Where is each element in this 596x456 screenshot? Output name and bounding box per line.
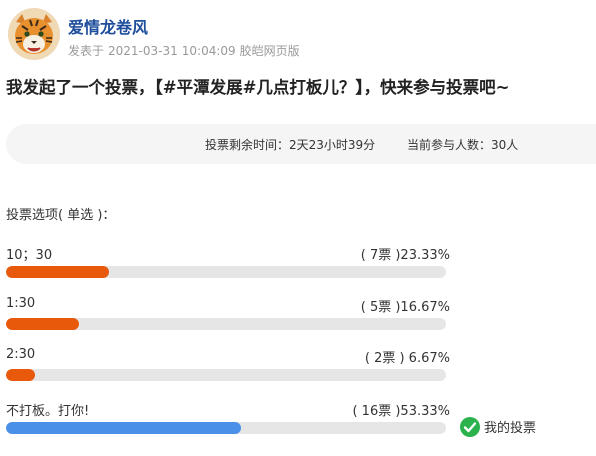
vote-progress-track bbox=[6, 369, 446, 381]
vote-option-stat: ( 7票 )23.33% bbox=[360, 248, 450, 263]
vote-option-label: 10；30 bbox=[6, 248, 53, 263]
vote-option-stat: ( 2票 ) 6.67% bbox=[364, 351, 450, 366]
vote-option-label: 1:30 bbox=[6, 296, 36, 311]
author-avatar[interactable] bbox=[8, 8, 60, 60]
posted-label: 发表于 bbox=[68, 44, 105, 58]
vote-progress-track bbox=[6, 422, 446, 434]
post-title: 我发起了一个投票，【#平潭发展#几点打板儿？】，快来参与投票吧~ bbox=[6, 78, 510, 97]
post-source: 胶皑网页版 bbox=[239, 44, 300, 58]
vote-options-heading: 投票选项( 单选 )： bbox=[6, 208, 116, 223]
vote-option-label: 不打板。打你! bbox=[6, 404, 90, 419]
vote-option-label: 2:30 bbox=[6, 347, 36, 362]
vote-info-banner: 投票剩余时间：2天23小时39分 当前参与人数：30人 bbox=[6, 124, 596, 164]
my-vote-indicator: 我的投票 bbox=[460, 416, 537, 437]
post-date: 2021-03-31 bbox=[108, 44, 178, 58]
vote-option-stat: ( 16票 )53.33% bbox=[352, 404, 450, 419]
vote-participants: 当前参与人数：30人 bbox=[407, 138, 519, 152]
vote-progress-fill bbox=[6, 266, 109, 278]
vote-progress-fill bbox=[6, 318, 80, 330]
my-vote-label: 我的投票 bbox=[484, 421, 537, 436]
post-page: 爱情龙卷风 发表于 2021-03-31 10:04:09 胶皑网页版 我发起了一个投… bbox=[0, 0, 596, 456]
vote-progress-fill bbox=[6, 422, 241, 434]
author-name[interactable]: 爱情龙卷风 bbox=[68, 14, 148, 38]
vote-option[interactable]: 2:30 ( 2票 ) 6.67% bbox=[6, 347, 450, 387]
vote-option-stat: ( 5票 )16.67% bbox=[360, 300, 450, 315]
tiger-avatar-icon bbox=[8, 8, 60, 60]
post-meta: 发表于 2021-03-31 10:04:09 胶皑网页版 bbox=[68, 42, 304, 59]
vote-progress-track bbox=[6, 318, 446, 330]
vote-option[interactable]: 10；30 ( 7票 )23.33% bbox=[6, 244, 450, 284]
vote-progress-track bbox=[6, 266, 446, 278]
vote-option[interactable]: 不打板。打你! ( 16票 )53.33% bbox=[6, 400, 450, 440]
vote-time-left: 投票剩余时间：2天23小时39分 bbox=[205, 138, 376, 152]
vote-progress-fill bbox=[6, 369, 36, 381]
vote-option[interactable]: 1:30 ( 5票 )16.67% bbox=[6, 296, 450, 336]
check-circle-icon bbox=[460, 416, 480, 437]
post-time: 10:04:09 bbox=[181, 44, 236, 58]
